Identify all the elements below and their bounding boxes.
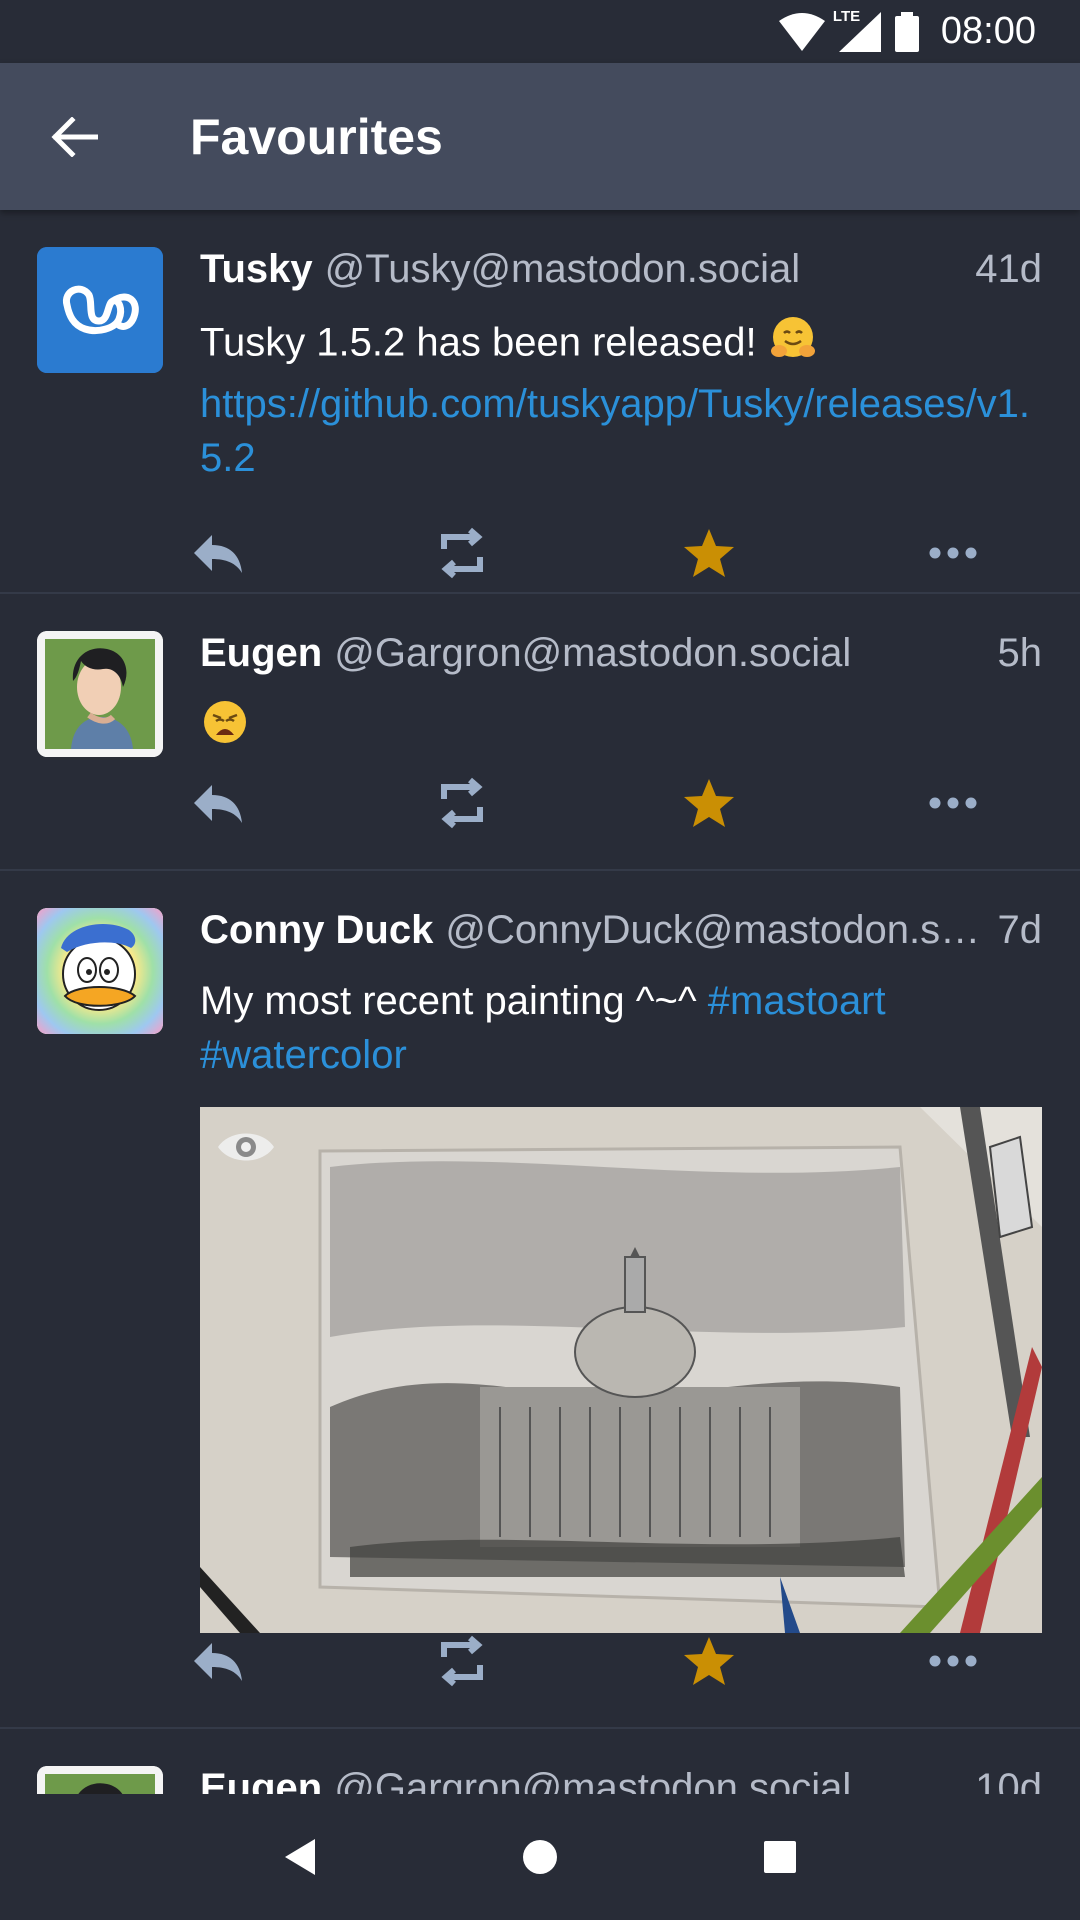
favourite-star-icon bbox=[684, 529, 734, 577]
arrow-back-icon bbox=[51, 116, 98, 157]
square-recents-icon bbox=[764, 1841, 796, 1873]
status-link[interactable]: https://github.com/tuskyapp/Tusky/releas… bbox=[200, 382, 1030, 480]
nav-home-button[interactable] bbox=[495, 1812, 585, 1902]
boost-icon bbox=[441, 1635, 483, 1687]
status-item[interactable]: Eugen @Gargron@mastodon.social 10d bbox=[0, 1729, 1080, 1794]
nav-back-button[interactable] bbox=[255, 1812, 345, 1902]
more-button[interactable] bbox=[928, 513, 1080, 593]
boost-icon bbox=[441, 527, 483, 579]
more-horizontal-icon bbox=[929, 547, 977, 559]
boost-button[interactable] bbox=[436, 763, 682, 843]
back-button[interactable] bbox=[24, 87, 124, 187]
reply-button[interactable] bbox=[190, 513, 436, 593]
page-title: Favourites bbox=[190, 108, 443, 165]
watercolor-painting-image bbox=[200, 1107, 1042, 1633]
system-navigation-bar bbox=[0, 1794, 1080, 1920]
tusky-logo-icon bbox=[37, 247, 163, 373]
favourite-button[interactable] bbox=[682, 763, 928, 843]
more-button[interactable] bbox=[928, 763, 1080, 843]
status-header: Eugen @Gargron@mastodon.social 10d bbox=[200, 1766, 1042, 1794]
favourite-star-icon bbox=[684, 1637, 734, 1685]
status-item[interactable]: Conny Duck @ConnyDuck@mastodon.s… 7d My … bbox=[0, 871, 1080, 1729]
username[interactable]: @Gargron@mastodon.social bbox=[334, 631, 981, 676]
display-name[interactable]: Conny Duck bbox=[200, 908, 433, 953]
eye-visibility-icon[interactable] bbox=[216, 1127, 276, 1172]
reply-icon bbox=[194, 1643, 242, 1681]
hashtag-link[interactable]: #mastoart bbox=[708, 979, 886, 1023]
display-name[interactable]: Tusky bbox=[200, 247, 313, 292]
avatar[interactable] bbox=[37, 247, 163, 373]
more-button[interactable] bbox=[928, 1621, 1080, 1701]
status-text: My most recent painting ^~^ bbox=[200, 979, 708, 1023]
favourite-button[interactable] bbox=[682, 1621, 928, 1701]
boost-button[interactable] bbox=[436, 1621, 682, 1701]
conny-duck-avatar-image bbox=[37, 908, 163, 1034]
system-status-bar: LTE 08:00 bbox=[0, 0, 1080, 63]
timestamp: 41d bbox=[975, 247, 1042, 291]
status-actions bbox=[190, 1593, 1080, 1729]
circle-home-icon bbox=[523, 1840, 557, 1874]
reply-button[interactable] bbox=[190, 1621, 436, 1701]
favourite-star-icon bbox=[684, 779, 734, 827]
status-actions bbox=[190, 735, 1080, 871]
avatar[interactable] bbox=[37, 631, 163, 757]
status-text: Tusky 1.5.2 has been released! bbox=[200, 320, 768, 365]
reply-icon bbox=[194, 535, 242, 573]
display-name[interactable]: Eugen bbox=[200, 1766, 322, 1794]
username[interactable]: @Tusky@mastodon.social bbox=[325, 247, 960, 292]
display-name[interactable]: Eugen bbox=[200, 631, 322, 676]
nav-recents-button[interactable] bbox=[735, 1812, 825, 1902]
battery-icon bbox=[894, 11, 919, 52]
timestamp: 10d bbox=[975, 1766, 1042, 1794]
hugging-face-emoji-icon bbox=[768, 313, 818, 377]
more-horizontal-icon bbox=[929, 797, 977, 809]
timestamp: 7d bbox=[997, 908, 1043, 952]
cellular-lte-icon: LTE bbox=[833, 8, 881, 52]
status-content: My most recent painting ^~^ #mastoart #w… bbox=[200, 974, 1042, 1082]
favourite-button[interactable] bbox=[682, 513, 928, 593]
username[interactable]: @Gargron@mastodon.social bbox=[334, 1766, 959, 1794]
boost-icon bbox=[441, 777, 483, 829]
status-header: Tusky @Tusky@mastodon.social 41d bbox=[200, 247, 1042, 297]
eugen-avatar-image bbox=[37, 1766, 163, 1794]
status-header: Conny Duck @ConnyDuck@mastodon.s… 7d bbox=[200, 908, 1042, 958]
status-header: Eugen @Gargron@mastodon.social 5h bbox=[200, 631, 1042, 681]
wifi-icon bbox=[778, 12, 825, 51]
reply-button[interactable] bbox=[190, 763, 436, 843]
eugen-avatar-image bbox=[37, 631, 163, 757]
status-list[interactable]: Tusky @Tusky@mastodon.social 41d Tusky 1… bbox=[0, 210, 1080, 1794]
hashtag-link[interactable]: #watercolor bbox=[200, 1033, 407, 1077]
status-content: Tusky 1.5.2 has been released! https://g… bbox=[200, 313, 1042, 485]
avatar[interactable] bbox=[37, 1766, 163, 1794]
boost-button[interactable] bbox=[436, 513, 682, 593]
clock: 08:00 bbox=[940, 10, 1036, 52]
avatar[interactable] bbox=[37, 908, 163, 1034]
status-item[interactable]: Eugen @Gargron@mastodon.social 5h bbox=[0, 594, 1080, 871]
media-preview[interactable] bbox=[200, 1107, 1042, 1633]
network-type-label: LTE bbox=[832, 7, 861, 25]
status-item[interactable]: Tusky @Tusky@mastodon.social 41d Tusky 1… bbox=[0, 210, 1080, 594]
screen: LTE 08:00 Favourites Tusky @Tusky@mastod… bbox=[0, 0, 1080, 1920]
more-horizontal-icon bbox=[929, 1655, 977, 1667]
reply-icon bbox=[194, 785, 242, 823]
timestamp: 5h bbox=[997, 631, 1043, 675]
app-bar: Favourites bbox=[0, 63, 1080, 210]
triangle-back-icon bbox=[285, 1839, 315, 1875]
username[interactable]: @ConnyDuck@mastodon.s… bbox=[445, 908, 981, 953]
